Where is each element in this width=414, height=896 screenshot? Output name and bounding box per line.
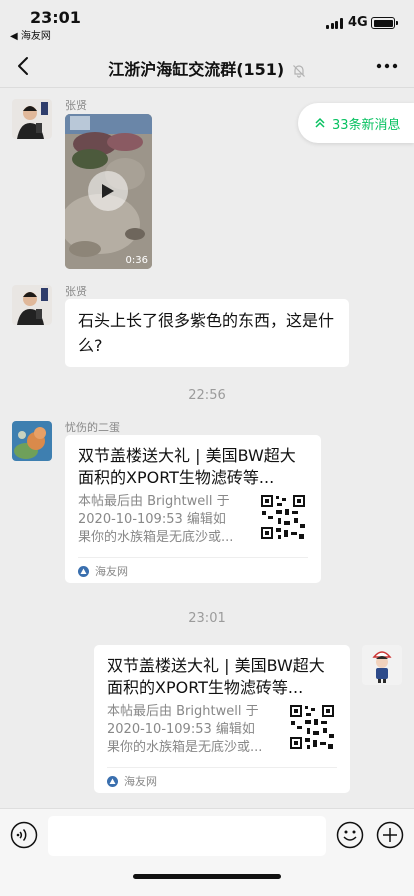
chat-title-wrap: 江浙沪海缸交流群(151) bbox=[0, 56, 414, 80]
chat-header: 江浙沪海缸交流群(151) bbox=[0, 44, 414, 88]
play-icon[interactable] bbox=[88, 171, 128, 211]
link-card-description: 本帖最后由 Brightwell 于 2020-10-109:53 编辑如果你的… bbox=[78, 494, 234, 545]
avatar-youshang[interactable] bbox=[12, 421, 52, 461]
qr-code-thumbnail bbox=[289, 704, 335, 750]
chat-title: 江浙沪海缸交流群(151) bbox=[108, 60, 285, 79]
bell-off-icon bbox=[292, 64, 305, 78]
signal-icon bbox=[326, 18, 343, 29]
link-card-footer: 海友网 bbox=[78, 557, 308, 579]
sender-name: 张贤 bbox=[65, 99, 87, 112]
link-card-title: 双节盖楼送大礼 | 美国BW超大面积的XPORT生物滤砖等... bbox=[78, 446, 296, 487]
status-bar: 23:01 ◀ 海友网 4G bbox=[0, 0, 414, 44]
link-card-footer: 海友网 bbox=[107, 767, 337, 789]
link-card[interactable]: 双节盖楼送大礼 | 美国BW超大面积的XPORT生物滤砖等... 本帖最后由 B… bbox=[65, 435, 321, 583]
link-card[interactable]: 双节盖楼送大礼 | 美国BW超大面积的XPORT生物滤砖等... 本帖最后由 B… bbox=[94, 645, 350, 793]
new-messages-badge[interactable]: 33条新消息 bbox=[298, 103, 414, 143]
voice-icon[interactable] bbox=[10, 821, 38, 849]
new-messages-label: 33条新消息 bbox=[332, 117, 401, 133]
double-chevron-up-icon bbox=[315, 117, 325, 128]
home-indicator[interactable] bbox=[133, 874, 281, 879]
timestamp: 23:01 bbox=[188, 611, 226, 626]
status-time: 23:01 bbox=[30, 8, 81, 27]
sender-name: 张贤 bbox=[65, 285, 87, 298]
message-input[interactable] bbox=[48, 816, 326, 856]
input-bar bbox=[0, 808, 414, 896]
plus-circle-icon[interactable] bbox=[376, 821, 404, 849]
video-duration: 0:36 bbox=[125, 255, 148, 266]
more-dots-icon[interactable] bbox=[376, 56, 398, 76]
back-to-app-link[interactable]: ◀ 海友网 bbox=[10, 27, 51, 42]
sender-name: 忧伤的二蛋 bbox=[65, 421, 120, 434]
link-card-description: 本帖最后由 Brightwell 于 2020-10-109:53 编辑如果你的… bbox=[107, 704, 263, 755]
avatar-zhangxian[interactable] bbox=[12, 99, 52, 139]
avatar-zhangxian[interactable] bbox=[12, 285, 52, 325]
link-card-source: 海友网 bbox=[95, 565, 128, 578]
link-card-source: 海友网 bbox=[124, 775, 157, 788]
timestamp: 22:56 bbox=[188, 388, 226, 403]
site-logo-icon bbox=[78, 565, 89, 577]
avatar-me[interactable] bbox=[362, 645, 402, 685]
emoji-icon[interactable] bbox=[336, 821, 364, 849]
battery-icon bbox=[371, 17, 398, 29]
link-card-title: 双节盖楼送大礼 | 美国BW超大面积的XPORT生物滤砖等... bbox=[107, 656, 325, 697]
text-message[interactable]: 石头上长了很多紫色的东西，这是什么? bbox=[65, 299, 349, 367]
qr-code-thumbnail bbox=[260, 494, 306, 540]
network-type: 4G bbox=[348, 15, 368, 30]
site-logo-icon bbox=[107, 775, 118, 787]
video-message[interactable]: 0:36 bbox=[65, 114, 152, 269]
